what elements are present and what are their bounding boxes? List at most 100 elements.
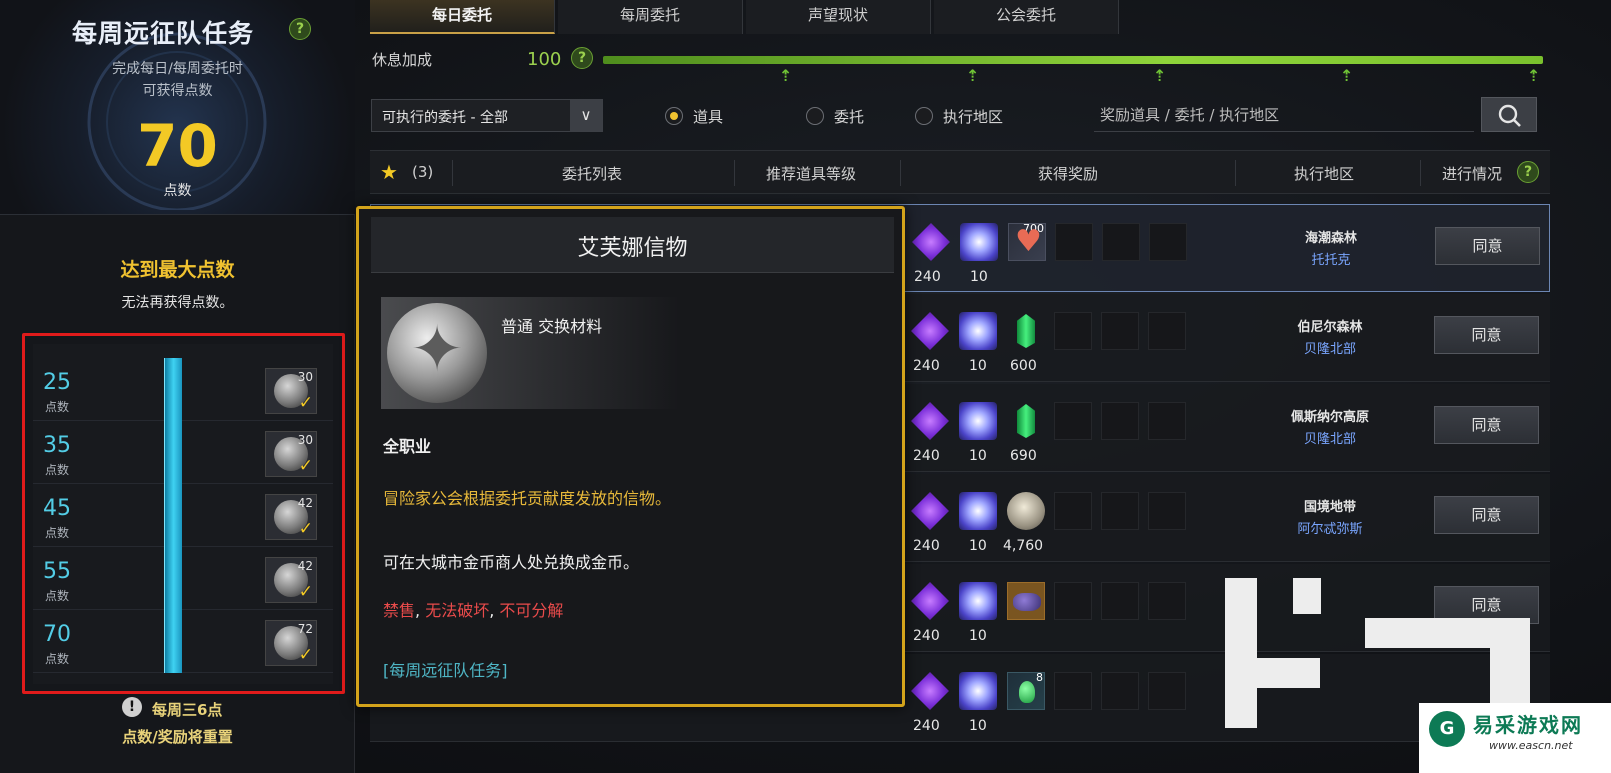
star-icon[interactable]: ★	[380, 160, 398, 184]
reward-count: 10	[969, 628, 987, 644]
reward-tier: 70 点数 72 ✓	[33, 610, 333, 673]
tier-reward-item[interactable]: 72 ✓	[265, 620, 317, 666]
rest-bonus-label: 休息加成	[372, 51, 433, 69]
crystal-heart-icon[interactable]	[960, 223, 998, 261]
tier-reward-item[interactable]: 30 ✓	[265, 368, 317, 414]
reward-count: 240	[913, 358, 940, 374]
tier-reward-count: 42	[297, 496, 313, 510]
reward-tier: 55 点数 42 ✓	[33, 547, 333, 610]
quest-region: 佩斯纳尔高原	[1290, 410, 1369, 425]
tab-reputation[interactable]: 声望现状	[746, 0, 931, 34]
quest-npc[interactable]: 阿尔忒弥斯	[1240, 518, 1420, 537]
tier-reward-item[interactable]: 42 ✓	[265, 494, 317, 540]
accept-button[interactable]: 同意	[1434, 316, 1539, 354]
potion-icon[interactable]: 8	[1007, 671, 1045, 710]
quest-npc[interactable]: 贝隆北部	[1240, 338, 1420, 357]
check-icon: ✓	[298, 393, 313, 413]
reward-tier-list: 25 点数 30 ✓ 35 点数 30 ✓ 45 点数 42 ✓ 55 点数 4…	[33, 344, 333, 684]
reward-tier: 25 点数 30 ✓	[33, 358, 333, 421]
reward-tier: 35 点数 30 ✓	[33, 421, 333, 484]
crystal-heart-icon[interactable]	[959, 582, 997, 620]
search-icon	[1498, 104, 1521, 127]
radio-button[interactable]	[915, 107, 933, 125]
quest-tabs: 每日委托 每周委托 声望现状 公会委托	[370, 0, 1130, 34]
tier-progress-bar	[164, 358, 182, 421]
purple-gem-icon[interactable]	[911, 492, 949, 530]
progress-help-icon[interactable]: ?	[1517, 161, 1539, 183]
arrow-up-icon: ⇡	[1527, 66, 1541, 85]
empty-reward-slot	[1149, 223, 1187, 261]
tab-guild[interactable]: 公会委托	[934, 0, 1119, 34]
tier-reward-count: 30	[297, 433, 313, 447]
expedition-title: 每周远征队任务	[72, 19, 255, 48]
tier-points: 55	[43, 559, 71, 584]
accept-button[interactable]: 同意	[1434, 406, 1539, 444]
reward-count: 10	[969, 718, 987, 734]
crystal-heart-icon[interactable]	[959, 492, 997, 530]
quest-npc[interactable]: 贝隆北部	[1240, 428, 1420, 447]
header-divider	[452, 160, 453, 186]
accept-button[interactable]: 同意	[1435, 227, 1540, 265]
check-icon: ✓	[298, 519, 313, 539]
reward-count: 240	[914, 269, 941, 285]
reset-time: 每周三6点	[152, 701, 223, 719]
purple-gem-icon[interactable]	[911, 582, 949, 620]
ore-icon[interactable]	[1007, 582, 1045, 620]
logo-icon: G	[1429, 711, 1465, 747]
quest-table-header: ★ (3) 委托列表 推荐道具等级 获得奖励 执行地区 进行情况 ?	[370, 150, 1550, 194]
quest-region: 海潮森林	[1304, 231, 1357, 246]
tooltip-item-class: 全职业	[383, 437, 432, 456]
tier-progress-bar	[164, 421, 182, 484]
empty-reward-slot	[1054, 402, 1092, 440]
check-icon: ✓	[298, 456, 313, 476]
tab-weekly[interactable]: 每周委托	[558, 0, 743, 34]
crystal-heart-icon[interactable]	[959, 672, 997, 710]
tier-points: 70	[43, 622, 71, 647]
tab-daily[interactable]: 每日委托	[370, 0, 555, 34]
tier-reward-count: 72	[297, 622, 313, 636]
tier-reward-item[interactable]: 42 ✓	[265, 557, 317, 603]
radio-button[interactable]	[665, 107, 683, 125]
crystal-heart-icon[interactable]	[959, 402, 997, 440]
tier-unit: 点数	[45, 463, 70, 477]
restriction-undismantlable: 不可分解	[499, 601, 564, 620]
reward-count: 10	[969, 358, 987, 374]
tooltip-header: 艾芙娜信物	[371, 217, 894, 273]
accept-button[interactable]: 同意	[1434, 496, 1539, 534]
col-progress: 进行情况	[1442, 165, 1503, 183]
reward-count: 240	[913, 718, 940, 734]
reward-count: 4,760	[1003, 538, 1044, 554]
quest-filter-select[interactable]: 可执行的委托 - 全部 ∨	[371, 99, 603, 132]
col-recommended-level: 推荐道具等级	[766, 165, 857, 183]
radio-region-label: 执行地区	[943, 108, 1004, 126]
tier-reward-item[interactable]: 30 ✓	[265, 431, 317, 477]
watermark-block	[1225, 578, 1257, 728]
tier-reward-count: 42	[297, 559, 313, 573]
empty-reward-slot	[1101, 492, 1139, 530]
empty-reward-slot	[1148, 402, 1186, 440]
header-divider	[1420, 160, 1421, 186]
help-icon[interactable]: ?	[289, 18, 311, 40]
purple-gem-icon[interactable]	[911, 312, 949, 350]
current-points: 70	[137, 112, 218, 180]
green-crystal-icon[interactable]	[1007, 402, 1045, 440]
quest-npc[interactable]: 托托克	[1241, 249, 1421, 268]
crystal-heart-icon[interactable]	[959, 312, 997, 350]
header-divider	[900, 160, 901, 186]
watermark-block	[1225, 658, 1320, 688]
empty-reward-slot	[1055, 223, 1093, 261]
purple-gem-icon[interactable]	[912, 223, 950, 261]
heart-icon[interactable]: 700	[1008, 222, 1046, 261]
green-crystal-icon[interactable]	[1007, 312, 1045, 350]
search-button[interactable]	[1481, 97, 1537, 132]
radio-button[interactable]	[806, 107, 824, 125]
search-input[interactable]	[1094, 99, 1474, 132]
purple-gem-icon[interactable]	[911, 672, 949, 710]
arrow-up-icon: ⇡	[966, 66, 980, 85]
silver-coins-icon[interactable]	[1007, 492, 1045, 530]
chevron-down-icon[interactable]: ∨	[570, 100, 602, 131]
radio-item-label: 道具	[693, 108, 724, 126]
purple-gem-icon[interactable]	[911, 402, 949, 440]
reward-count: 600	[1010, 358, 1037, 374]
rest-help-icon[interactable]: ?	[571, 47, 593, 69]
